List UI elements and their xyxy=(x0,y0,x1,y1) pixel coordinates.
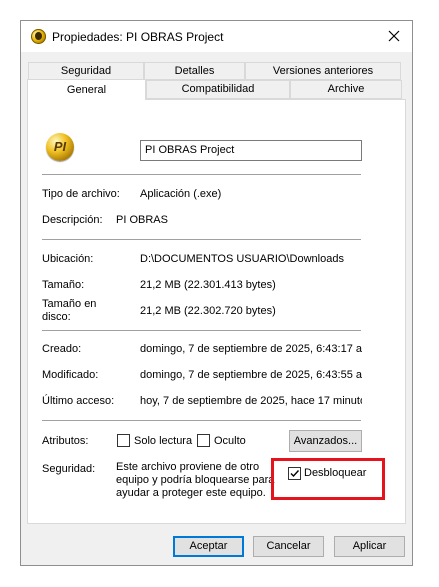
window-title: Propiedades: PI OBRAS Project xyxy=(52,30,224,44)
disk-size-label-line1: Tamaño en xyxy=(42,298,97,310)
modified-value: domingo, 7 de septiembre de 2025, 6:43:5… xyxy=(140,369,362,381)
pi-obras-app-icon: PI xyxy=(46,133,74,161)
properties-dialog: Propiedades: PI OBRAS Project Seguridad … xyxy=(20,20,413,566)
disk-size-label-line2: disco: xyxy=(42,311,71,323)
location-label: Ubicación: xyxy=(42,253,94,265)
hidden-checkbox[interactable] xyxy=(197,434,210,447)
security-text-line2: equipo y podría bloquearse para xyxy=(116,474,275,486)
description-label: Descripción: xyxy=(42,214,103,226)
ok-button[interactable]: Aceptar xyxy=(173,536,244,557)
tab-general[interactable]: General xyxy=(27,79,146,100)
separator xyxy=(42,239,361,240)
size-label: Tamaño: xyxy=(42,279,85,291)
close-icon xyxy=(388,30,400,42)
highlight-box xyxy=(271,458,385,500)
advanced-button[interactable]: Avanzados... xyxy=(289,430,362,452)
tab-detalles[interactable]: Detalles xyxy=(144,62,245,80)
created-value: domingo, 7 de septiembre de 2025, 6:43:1… xyxy=(140,343,362,355)
description-value: PI OBRAS xyxy=(116,214,168,226)
cancel-button[interactable]: Cancelar xyxy=(253,536,324,557)
title-bar[interactable]: Propiedades: PI OBRAS Project xyxy=(21,21,412,52)
created-label: Creado: xyxy=(42,343,82,355)
separator xyxy=(42,420,361,421)
type-value: Aplicación (.exe) xyxy=(140,188,222,200)
accessed-value: hoy, 7 de septiembre de 2025, hace 17 mi… xyxy=(140,395,362,407)
tab-archive[interactable]: Archive xyxy=(290,80,402,99)
security-text-line1: Este archivo proviene de otro xyxy=(116,461,260,473)
icon-text: PI xyxy=(53,139,67,154)
hidden-label: Oculto xyxy=(214,435,246,447)
close-button[interactable] xyxy=(376,21,412,52)
readonly-label: Solo lectura xyxy=(134,435,193,447)
attributes-label: Atributos: xyxy=(42,435,89,447)
separator xyxy=(42,330,361,331)
security-text-line3: ayudar a proteger este equipo. xyxy=(116,487,266,499)
accessed-label: Último acceso: xyxy=(42,395,115,407)
separator xyxy=(42,174,361,175)
modified-label: Modificado: xyxy=(42,369,99,381)
app-icon xyxy=(31,29,46,44)
location-value: D:\DOCUMENTOS USUARIO\Downloads xyxy=(140,253,344,265)
security-label: Seguridad: xyxy=(42,463,96,475)
tab-seguridad[interactable]: Seguridad xyxy=(28,62,144,80)
file-name-input[interactable]: PI OBRAS Project xyxy=(140,140,362,161)
disk-size-value: 21,2 MB (22.302.720 bytes) xyxy=(140,305,276,317)
tab-versiones-anteriores[interactable]: Versiones anteriores xyxy=(245,62,401,80)
type-label: Tipo de archivo: xyxy=(42,188,120,200)
size-value: 21,2 MB (22.301.413 bytes) xyxy=(140,279,276,291)
tab-compatibilidad[interactable]: Compatibilidad xyxy=(146,80,290,99)
readonly-checkbox[interactable] xyxy=(117,434,130,447)
general-panel: PI PI OBRAS Project Tipo de archivo: Apl… xyxy=(27,99,406,524)
apply-button[interactable]: Aplicar xyxy=(334,536,405,557)
